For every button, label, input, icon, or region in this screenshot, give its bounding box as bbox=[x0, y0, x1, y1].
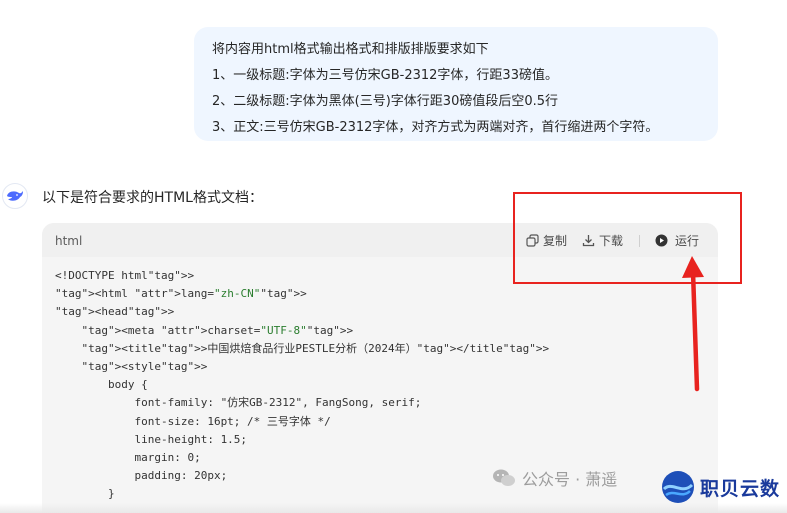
code-line: font-family: "仿宋GB-2312", FangSong, seri… bbox=[55, 396, 422, 410]
code-line: margin: 0; bbox=[55, 451, 201, 465]
code-block-header: html 复制 下载 运行 bbox=[42, 223, 718, 257]
code-line: "tag"><style"tag">> bbox=[81, 360, 208, 374]
play-icon bbox=[655, 234, 668, 247]
download-icon bbox=[582, 235, 595, 247]
download-button[interactable]: 下载 bbox=[582, 232, 623, 249]
header-divider bbox=[639, 235, 640, 247]
code-line: <!DOCTYPE html"tag">> bbox=[55, 269, 195, 282]
assistant-avatar bbox=[2, 183, 28, 209]
watermark-text: 公众号 · 萧遥 bbox=[522, 470, 618, 489]
user-message-bubble: 将内容用html格式输出格式和排版排版要求如下 1、一级标题:字体为三号仿宋GB… bbox=[194, 27, 718, 141]
brand-logo: 职贝云数 bbox=[660, 468, 785, 506]
bottom-edge bbox=[0, 503, 787, 513]
copy-button[interactable]: 复制 bbox=[526, 232, 567, 249]
user-message-line: 1、一级标题:字体为三号仿宋GB-2312字体，行距33磅值。 bbox=[212, 68, 558, 83]
user-message-line: 将内容用html格式输出格式和排版排版要求如下 bbox=[212, 42, 489, 57]
watermark: 公众号 · 萧遥 bbox=[492, 466, 617, 490]
code-line: "tag"><head"tag">> bbox=[55, 305, 175, 319]
run-label: 运行 bbox=[675, 234, 700, 248]
user-message-line: 3、正文:三号仿宋GB-2312字体，对齐方式为两端对齐，首行缩进两个字符。 bbox=[212, 120, 659, 135]
brand-name: 职贝云数 bbox=[700, 477, 781, 500]
wechat-icon bbox=[493, 469, 515, 486]
download-label: 下载 bbox=[599, 234, 624, 248]
assistant-intro-text: 以下是符合要求的HTML格式文档： bbox=[42, 190, 263, 206]
code-line: "tag"><title"tag">>中国烘焙食品行业PESTLE分析（2024… bbox=[81, 341, 550, 355]
code-line: "tag"><meta "attr">charset="UTF-8""tag">… bbox=[81, 323, 354, 337]
code-content: <!DOCTYPE html"tag">> "tag"><html "attr">… bbox=[55, 267, 549, 504]
code-line: "tag"><html "attr">lang="zh-CN""tag">> bbox=[55, 287, 307, 301]
code-line: font-size: 16pt; /* 三号字体 */ bbox=[55, 414, 331, 428]
code-line: body { bbox=[55, 378, 148, 392]
code-line: line-height: 1.5; bbox=[55, 432, 248, 446]
user-message-line: 2、二级标题:字体为黑体(三号)字体行距30磅值段后空0.5行 bbox=[212, 94, 559, 109]
whale-logo-icon bbox=[7, 191, 23, 201]
code-line: } bbox=[55, 487, 115, 501]
globe-logo-icon bbox=[662, 471, 694, 503]
code-language-label: html bbox=[55, 234, 83, 248]
code-line: padding: 20px; bbox=[55, 469, 228, 483]
copy-label: 复制 bbox=[543, 234, 568, 248]
copy-icon bbox=[526, 234, 539, 247]
run-button[interactable]: 运行 bbox=[655, 232, 699, 249]
